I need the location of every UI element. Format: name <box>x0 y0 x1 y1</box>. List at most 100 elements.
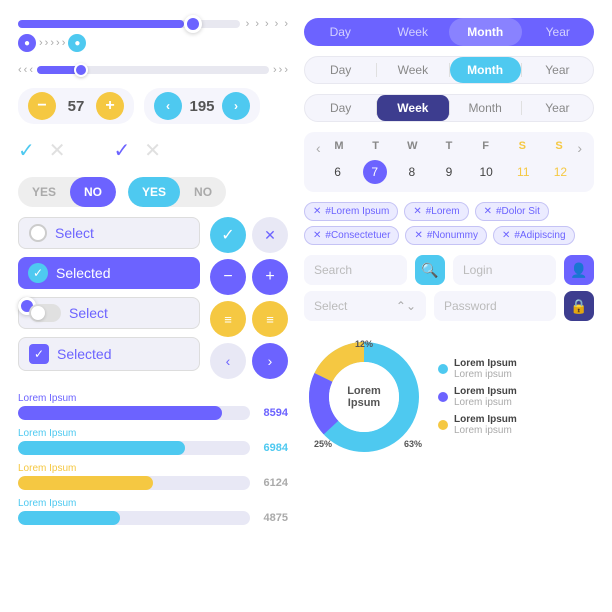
tag-label-5: #Nonummy <box>427 230 478 241</box>
yes-no-group-2[interactable]: YES NO <box>128 177 226 207</box>
select-item-3[interactable]: Select <box>18 297 200 329</box>
check-row: ✓ ✕ ✓ ✕ <box>18 134 288 167</box>
legend-title-2: Lorem Ipsum <box>454 386 517 397</box>
select-item-4[interactable]: ✓ Selected <box>18 337 200 371</box>
legend-dot-1 <box>438 364 448 374</box>
tag-x-4[interactable]: ✕ <box>313 230 321 241</box>
check-icon-2: ✓ <box>114 138 131 163</box>
cal-tab-week-2[interactable]: Week <box>377 57 448 83</box>
select-item-2[interactable]: ✓ Selected <box>18 257 200 289</box>
tag-1[interactable]: ✕ #Lorem Ipsum <box>304 202 398 221</box>
calendar-grid: ‹ M T W T F S S › 6 7 8 9 10 11 12 <box>304 132 594 192</box>
cal-next-btn[interactable]: › <box>577 140 582 156</box>
progress-num-1: 8594 <box>256 407 288 419</box>
tag-x-1[interactable]: ✕ <box>313 206 321 217</box>
stepper-row[interactable]: − 57 + ‹ 195 › <box>18 88 288 124</box>
progress-label-1: Lorem Ipsum <box>18 393 288 404</box>
tag-label-4: #Consectetuer <box>325 230 390 241</box>
yes-btn-1[interactable]: YES <box>18 177 70 207</box>
select-dropdown[interactable]: Select ⌃⌄ <box>304 291 426 321</box>
lock-icon-btn[interactable]: 🔒 <box>564 291 594 321</box>
tag-6[interactable]: ✕ #Adipiscing <box>493 226 575 245</box>
icon-left-btn[interactable]: ‹ <box>210 343 246 379</box>
cal-tab-year-1[interactable]: Year <box>522 18 595 46</box>
cal-day-header-f: F <box>467 140 504 152</box>
select-item-1[interactable]: Select <box>18 217 200 249</box>
icon-plus-btn[interactable]: + <box>252 259 288 295</box>
cal-tab-month-2[interactable]: Month <box>450 57 521 83</box>
radio-1 <box>29 224 47 242</box>
legend-item-1: Lorem Ipsum Lorem ipsum <box>438 358 517 380</box>
tag-3[interactable]: ✕ #Dolor Sit <box>475 202 549 221</box>
icon-minus-btn[interactable]: − <box>210 259 246 295</box>
tag-4[interactable]: ✕ #Consectetuer <box>304 226 399 245</box>
cal-tab-year-2[interactable]: Year <box>522 57 593 83</box>
tags-section: ✕ #Lorem Ipsum ✕ #Lorem ✕ #Dolor Sit ✕ #… <box>304 202 594 245</box>
cal-tab-month-3[interactable]: Month <box>450 95 521 121</box>
cal-day-6[interactable]: 6 <box>326 160 350 184</box>
tag-x-5[interactable]: ✕ <box>414 230 422 241</box>
yes-no-group-1[interactable]: YES NO <box>18 177 116 207</box>
cal-tab-year-3[interactable]: Year <box>522 95 593 121</box>
x-icon-2: ✕ <box>144 138 161 163</box>
cal-day-11[interactable]: 11 <box>511 160 535 184</box>
cal-day-10[interactable]: 10 <box>474 160 498 184</box>
password-field[interactable]: Password <box>434 291 556 321</box>
input-section: Search 🔍 Login 👤 Select ⌃⌄ Password 🔒 <box>304 255 594 321</box>
icon-check-btn[interactable]: ✓ <box>210 217 246 253</box>
tag-label-6: #Adipiscing <box>514 230 565 241</box>
cal-day-7[interactable]: 7 <box>363 160 387 184</box>
cal-tab-day-1[interactable]: Day <box>304 18 377 46</box>
legend-title-3: Lorem Ipsum <box>454 414 517 425</box>
cal-tab-row-2[interactable]: Day Week Month Year <box>304 56 594 84</box>
toggle-3[interactable] <box>29 304 61 322</box>
tag-label-1: #Lorem Ipsum <box>325 206 389 217</box>
progress-label-2: Lorem Ipsum <box>18 428 288 439</box>
slider-tracks-row[interactable]: ‹ ‹ ‹ › › › <box>18 64 288 76</box>
select-label-1: Select <box>55 225 94 241</box>
tag-2[interactable]: ✕ #Lorem <box>404 202 468 221</box>
icon-button-grid: ✓ ✕ − + ≡ ≡ ‹ › <box>210 217 288 379</box>
cal-tab-day-3[interactable]: Day <box>305 95 376 121</box>
stepper-prev-2[interactable]: ‹ <box>154 92 182 120</box>
progress-label-3: Lorem Ipsum <box>18 463 288 474</box>
legend-item-2: Lorem Ipsum Lorem ipsum <box>438 386 517 408</box>
tag-5[interactable]: ✕ #Nonummy <box>405 226 487 245</box>
search-field[interactable]: Search <box>304 255 407 285</box>
progress-num-2: 6984 <box>256 442 288 454</box>
slider-arrows-1: ● › › › › › ● <box>18 34 288 52</box>
icon-menu-btn-2[interactable]: ≡ <box>252 301 288 337</box>
tag-label-2: #Lorem <box>426 206 460 217</box>
select-label-2: Selected <box>56 265 110 281</box>
slider-purple[interactable]: › › › › › <box>18 18 288 30</box>
cal-tab-row-3[interactable]: Day Week Month Year <box>304 94 594 122</box>
stepper-value-1: 57 <box>62 98 90 115</box>
cal-tab-row-1[interactable]: Day Week Month Year <box>304 18 594 46</box>
user-icon-btn[interactable]: 👤 <box>564 255 594 285</box>
cal-day-12[interactable]: 12 <box>548 160 572 184</box>
progress-num-3: 6124 <box>256 477 288 489</box>
icon-right-btn[interactable]: › <box>252 343 288 379</box>
stepper-minus-1[interactable]: − <box>28 92 56 120</box>
donut-pct-12: 12% <box>355 339 373 349</box>
no-btn-1[interactable]: NO <box>70 177 116 207</box>
login-field[interactable]: Login <box>453 255 556 285</box>
yes-no-row[interactable]: YES NO YES NO <box>18 177 288 207</box>
no-btn-2[interactable]: NO <box>180 177 226 207</box>
tag-x-6[interactable]: ✕ <box>502 230 510 241</box>
cal-day-9[interactable]: 9 <box>437 160 461 184</box>
tag-x-2[interactable]: ✕ <box>413 206 421 217</box>
cal-tab-week-3[interactable]: Week <box>377 95 448 121</box>
stepper-plus-1[interactable]: + <box>96 92 124 120</box>
cal-day-header-t2: T <box>431 140 468 152</box>
cal-tab-month-1[interactable]: Month <box>449 18 522 46</box>
icon-menu-btn-1[interactable]: ≡ <box>210 301 246 337</box>
stepper-next-2[interactable]: › <box>222 92 250 120</box>
cal-day-8[interactable]: 8 <box>400 160 424 184</box>
search-icon-btn[interactable]: 🔍 <box>415 255 445 285</box>
cal-tab-day-2[interactable]: Day <box>305 57 376 83</box>
tag-x-3[interactable]: ✕ <box>484 206 492 217</box>
icon-x-btn[interactable]: ✕ <box>252 217 288 253</box>
yes-btn-2[interactable]: YES <box>128 177 180 207</box>
cal-tab-week-1[interactable]: Week <box>377 18 450 46</box>
